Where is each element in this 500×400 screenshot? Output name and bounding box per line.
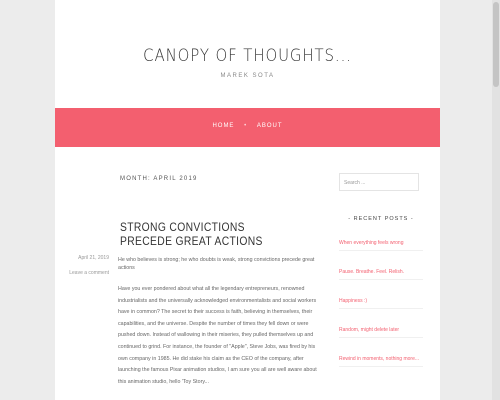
recent-posts-title: - RECENT POSTS - xyxy=(348,216,414,222)
site-description: MAREK SOTA xyxy=(220,73,275,79)
search-input[interactable]: Search ... xyxy=(339,173,419,191)
post-comments-link[interactable]: Leave a comment xyxy=(69,270,109,277)
post-meta: April 21, 2019 Leave a comment xyxy=(69,255,109,277)
archive-title: MONTH: APRIL 2019 xyxy=(120,176,198,182)
main-navigation: HOME • ABOUT xyxy=(55,108,440,147)
post-lead-text: He who believes is strong; he who doubts… xyxy=(118,257,315,271)
nav-separator: • xyxy=(244,123,248,129)
page-container: CANOPY OF THOUGHTS... MAREK SOTA HOME • … xyxy=(55,0,440,400)
post-body-text: Have you ever pondered about what all th… xyxy=(118,286,317,385)
recent-post-link[interactable]: Rewind in moments, nothing more... xyxy=(339,352,423,367)
recent-posts-list: When everything feels wrong Pause. Breat… xyxy=(339,236,423,367)
recent-post-link[interactable]: Random, might delete later xyxy=(339,323,423,338)
recent-post-link[interactable]: When everything feels wrong xyxy=(339,236,423,251)
post-date[interactable]: April 21, 2019 xyxy=(69,255,109,262)
sidebar: Search ... - RECENT POSTS - When everyth… xyxy=(339,173,423,381)
site-title[interactable]: CANOPY OF THOUGHTS... xyxy=(78,46,417,66)
post-title[interactable]: STRONG CONVICTIONS PRECEDE GREAT ACTIONS xyxy=(120,220,292,248)
scrollbar-thumb[interactable] xyxy=(493,2,499,87)
nav-item-about[interactable]: ABOUT xyxy=(257,123,283,129)
recent-post-link[interactable]: Pause. Breathe. Feel. Relish. xyxy=(339,265,423,280)
scrollbar[interactable] xyxy=(492,0,500,400)
recent-post-link[interactable]: Happiness :) xyxy=(339,294,423,309)
nav-item-home[interactable]: HOME xyxy=(212,123,234,129)
